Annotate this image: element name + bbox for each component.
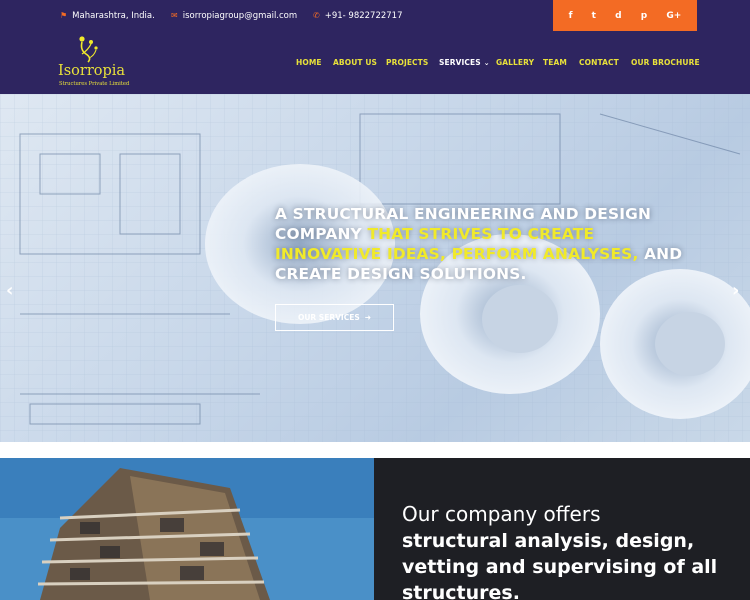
twitter-icon[interactable]: t xyxy=(592,11,596,21)
nav-gallery[interactable]: GALLERY xyxy=(496,31,534,94)
tower-building-image xyxy=(0,458,374,600)
phone-info[interactable]: ✆ +91- 9822722717 xyxy=(313,0,403,31)
brand-logo[interactable]: Isorropia Structures Private Limited xyxy=(58,34,133,90)
logo-mark-icon xyxy=(79,36,98,63)
brand-name: Isorropia xyxy=(58,63,126,79)
nav-our-brochure[interactable]: OUR BROCHURE xyxy=(631,31,700,94)
our-services-label: OUR SERVICES xyxy=(297,313,360,322)
pinterest-icon[interactable]: p xyxy=(641,11,647,21)
nav-services-label: SERVICES xyxy=(439,58,481,67)
main-navbar: Isorropia Structures Private Limited HOM… xyxy=(0,31,750,94)
nav-contact[interactable]: CONTACT xyxy=(579,31,619,94)
social-links: f t d p G+ xyxy=(553,0,697,31)
arrow-right-icon: ➜ xyxy=(364,313,372,322)
building-image xyxy=(0,458,374,600)
next-slide-arrow-icon[interactable]: › xyxy=(732,280,739,301)
facebook-icon[interactable]: f xyxy=(569,11,573,21)
map-icon: ⚑ xyxy=(60,11,68,20)
top-bar: ⚑ Maharashtra, India. ✉ isorropiagroup@g… xyxy=(0,0,750,31)
nav-projects[interactable]: PROJECTS xyxy=(386,31,428,94)
phone-icon: ✆ xyxy=(313,11,320,20)
dribbble-icon[interactable]: d xyxy=(615,11,621,21)
offer-intro: Our company offers xyxy=(402,502,601,526)
prev-slide-arrow-icon[interactable]: ‹ xyxy=(6,280,13,301)
our-services-button[interactable]: OUR SERVICES ➜ xyxy=(275,304,394,331)
company-offer-panel: Our company offers structural analysis, … xyxy=(374,458,750,600)
hero-slider: A STRUCTURAL ENGINEERING AND DESIGN COMP… xyxy=(0,94,750,442)
nav-about-us[interactable]: ABOUT US xyxy=(333,31,377,94)
email-info[interactable]: ✉ isorropiagroup@gmail.com xyxy=(171,0,297,31)
offer-details: structural analysis, design, vetting and… xyxy=(402,530,718,600)
hero-heading: A STRUCTURAL ENGINEERING AND DESIGN COMP… xyxy=(275,204,695,284)
nav-services[interactable]: SERVICES ⌄ xyxy=(439,31,490,94)
envelope-icon: ✉ xyxy=(171,11,178,20)
location-info: ⚑ Maharashtra, India. xyxy=(60,0,155,31)
nav-team[interactable]: TEAM xyxy=(543,31,567,94)
brand-tagline: Structures Private Limited xyxy=(59,81,130,87)
location-text: Maharashtra, India. xyxy=(72,10,155,21)
email-text[interactable]: isorropiagroup@gmail.com xyxy=(183,11,297,21)
nav-home[interactable]: HOME xyxy=(296,31,322,94)
google-plus-icon[interactable]: G+ xyxy=(666,11,681,21)
chevron-down-icon: ⌄ xyxy=(483,58,490,67)
phone-text[interactable]: +91- 9822722717 xyxy=(325,11,403,21)
